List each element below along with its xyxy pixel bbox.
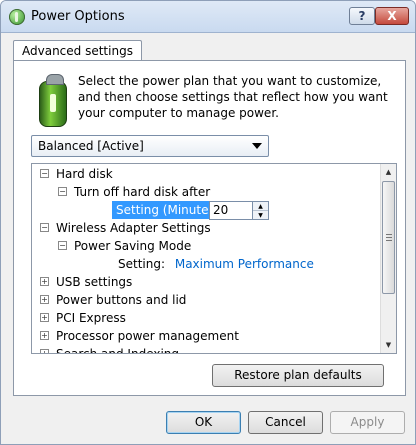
power-options-window: Power Options ? X Advanced settings Sele…: [0, 0, 416, 445]
tree-item-label: Turn off hard disk after: [74, 185, 211, 199]
expand-icon[interactable]: +: [40, 277, 49, 286]
expand-icon[interactable]: +: [40, 349, 49, 353]
grip-icon: [386, 234, 392, 241]
collapse-icon[interactable]: −: [40, 169, 49, 178]
spin-down-icon[interactable]: ▼: [253, 211, 268, 220]
power-plan-dropdown[interactable]: Balanced [Active]: [31, 135, 269, 157]
vertical-scrollbar[interactable]: ▲ ▼: [380, 164, 396, 353]
restore-plan-defaults-button[interactable]: Restore plan defaults: [212, 364, 384, 387]
scroll-up-icon[interactable]: ▲: [381, 164, 396, 180]
power-plan-value: Balanced [Active]: [38, 139, 144, 153]
expand-icon[interactable]: +: [40, 313, 49, 322]
advanced-settings-panel: Select the power plan that you want to c…: [13, 60, 406, 396]
collapse-icon[interactable]: −: [58, 187, 67, 196]
tab-advanced-settings[interactable]: Advanced settings: [13, 40, 142, 61]
expand-icon[interactable]: +: [40, 331, 49, 340]
tree-item-label: Processor power management: [56, 329, 239, 343]
title-bar: Power Options ? X: [1, 1, 415, 33]
minutes-spinner[interactable]: ▲ ▼: [253, 201, 269, 220]
battery-plug-icon: [39, 74, 67, 127]
scrollbar-thumb[interactable]: [382, 181, 395, 294]
apply-button[interactable]: Apply: [330, 411, 405, 434]
collapse-icon[interactable]: −: [40, 223, 49, 232]
tree-item-label: Power Saving Mode: [74, 239, 192, 253]
collapse-icon[interactable]: −: [58, 241, 67, 250]
window-title: Power Options: [31, 9, 125, 24]
intro-text: Select the power plan that you want to c…: [78, 74, 388, 120]
tree-item-power-saving-setting[interactable]: Setting: Maximum Performance: [118, 255, 314, 273]
tree-item-label: Hard disk: [56, 167, 113, 181]
tree-item-label: Search and Indexing: [56, 347, 180, 354]
cancel-button[interactable]: Cancel: [248, 411, 323, 434]
help-button[interactable]: ?: [349, 7, 375, 25]
ok-button[interactable]: OK: [166, 411, 241, 434]
expand-icon[interactable]: +: [40, 295, 49, 304]
power-options-icon: [9, 9, 25, 25]
tree-item-label: Wireless Adapter Settings: [56, 221, 211, 235]
settings-tree[interactable]: − Hard disk − Turn off hard disk after S…: [31, 163, 397, 354]
tree-item-label: PCI Express: [56, 311, 126, 325]
spin-up-icon[interactable]: ▲: [253, 202, 268, 211]
close-button[interactable]: X: [375, 7, 409, 25]
tree-item-label: Power buttons and lid: [56, 293, 187, 307]
chevron-down-icon[interactable]: [252, 143, 262, 149]
setting-value-link[interactable]: Maximum Performance: [175, 257, 314, 271]
minutes-input[interactable]: 20: [209, 201, 253, 220]
tree-item-label: USB settings: [56, 275, 133, 289]
scroll-down-icon[interactable]: ▼: [381, 337, 396, 353]
setting-label: Setting:: [118, 257, 166, 271]
